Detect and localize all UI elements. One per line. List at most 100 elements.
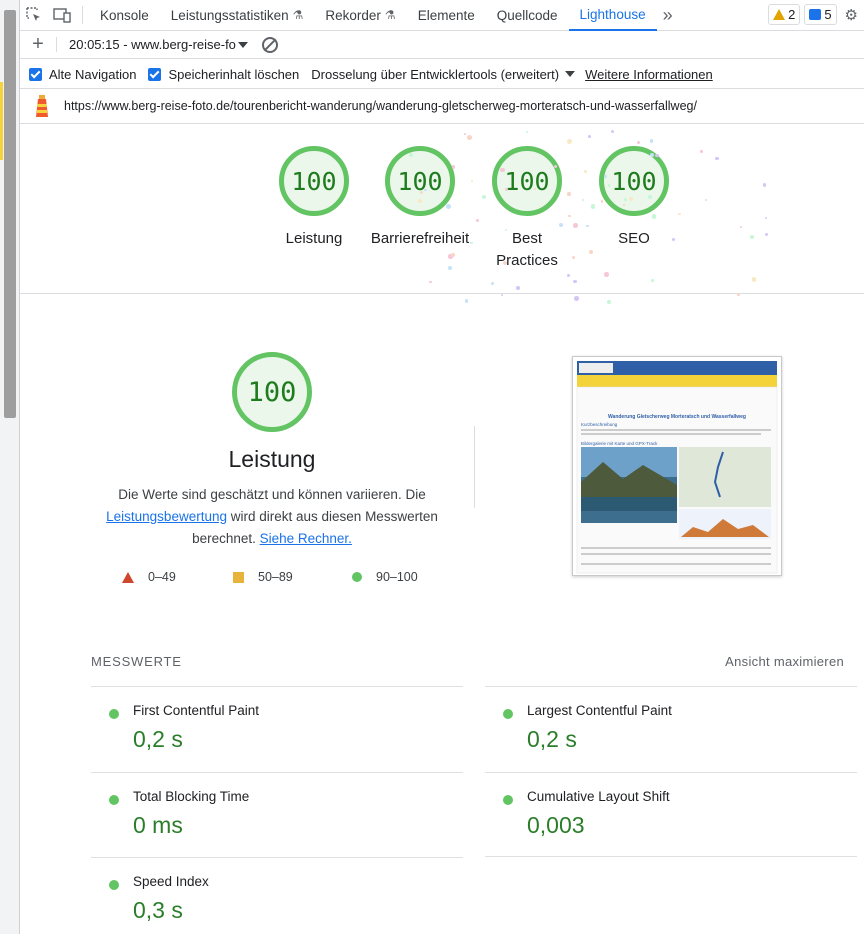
tab-label: Quellcode xyxy=(496,7,558,23)
confetti-dot xyxy=(623,198,627,202)
messages-badge[interactable]: 5 xyxy=(804,4,837,25)
checkbox-checked[interactable] xyxy=(29,67,42,81)
flask-icon: ⚗ xyxy=(384,8,396,22)
pass-circle-icon xyxy=(109,795,119,805)
confetti-dot xyxy=(604,272,609,277)
confetti-dot xyxy=(567,139,573,145)
tab-recorder[interactable]: Rekorder ⚗ xyxy=(314,0,406,31)
metric-fcp: First Contentful Paint 0,2 s xyxy=(91,686,463,772)
devtools-tabbar: Konsole Leistungsstatistiken ⚗ Rekorder ⚗ … xyxy=(20,0,864,31)
option-label: Speicherinhalt löschen xyxy=(168,66,300,82)
options-bar: Alte Navigation Speicherinhalt löschen D… xyxy=(20,60,864,89)
metric-name: Largest Contentful Paint xyxy=(527,703,672,718)
warnings-count: 2 xyxy=(788,7,796,22)
confetti-dot xyxy=(700,150,703,153)
metric-name: Cumulative Layout Shift xyxy=(527,789,670,804)
device-toolbar-icon[interactable] xyxy=(48,0,76,30)
option-label: Alte Navigation xyxy=(49,66,137,82)
tab-label: Lighthouse xyxy=(579,6,646,22)
confetti-dot xyxy=(715,157,719,161)
confetti-dot xyxy=(649,139,654,143)
clear-all-icon[interactable] xyxy=(262,36,278,53)
left-scrollbar[interactable] xyxy=(4,10,16,418)
confetti-dot xyxy=(464,299,469,303)
confetti-dot xyxy=(466,134,472,140)
metric-name: Speed Index xyxy=(133,874,209,889)
report-url: https://www.berg-reise-foto.de/tourenber… xyxy=(64,99,697,113)
confetti-dot xyxy=(447,265,453,271)
confetti-dot xyxy=(450,253,455,258)
left-panel-strip xyxy=(0,0,20,934)
final-screenshot[interactable]: Wanderung Gletscherweg Morteratsch und W… xyxy=(572,356,782,576)
confetti-dot xyxy=(464,132,467,135)
metric-cls: Cumulative Layout Shift 0,003 xyxy=(485,772,857,858)
gear-icon[interactable]: ⚙ xyxy=(845,6,858,24)
gauge-performance[interactable]: 100 Leistung xyxy=(259,146,369,250)
metrics-heading: MESSWERTE xyxy=(91,654,182,669)
page-screenshot-image: Wanderung Gletscherweg Morteratsch und W… xyxy=(573,357,781,575)
learn-more-link[interactable]: Weitere Informationen xyxy=(585,67,713,82)
more-tabs-icon[interactable]: » xyxy=(657,5,679,26)
gauge-label: Best Practices xyxy=(496,230,558,269)
confetti-dot xyxy=(586,224,589,228)
warnings-badge[interactable]: 2 xyxy=(768,4,801,25)
tab-performance-insights[interactable]: Leistungsstatistiken ⚗ xyxy=(160,0,315,31)
tab-elements[interactable]: Elemente xyxy=(407,0,486,31)
category-gauges: 100 Leistung 100 Barrierefreiheit 100 Be… xyxy=(20,124,864,305)
thumbnail-title: Wanderung Gletscherweg Morteratsch und W… xyxy=(608,414,746,420)
performance-description: Die Werte sind geschätzt und können vari… xyxy=(102,484,442,550)
legend-label: 0–49 xyxy=(148,570,176,584)
expand-view-toggle[interactable]: Ansicht maximieren xyxy=(725,654,844,669)
inspect-element-icon[interactable] xyxy=(20,0,48,30)
throttling-value: Drosselung über Entwicklertools (erweite… xyxy=(311,66,560,82)
confetti-dot xyxy=(650,279,654,282)
tab-console[interactable]: Konsole xyxy=(89,0,160,31)
gauge-seo[interactable]: 100 SEO xyxy=(579,146,689,250)
clear-storage-checkbox[interactable]: Speicherinhalt löschen xyxy=(148,67,299,82)
metric-speed-index: Speed Index 0,3 s xyxy=(91,857,463,943)
confetti-dot xyxy=(600,200,604,203)
confetti-dot xyxy=(418,198,423,203)
score-ring: 100 xyxy=(385,146,455,216)
tab-sources[interactable]: Quellcode xyxy=(486,0,569,31)
report-select-value: 20:05:15 - www.berg-reise-foto xyxy=(69,37,236,52)
gauge-best-practices[interactable]: 100 Best Practices xyxy=(472,146,582,272)
confetti-dot xyxy=(737,292,741,296)
confetti-dot xyxy=(651,213,657,219)
confetti-dot xyxy=(587,135,591,138)
confetti-dot xyxy=(607,184,611,187)
checkbox-checked[interactable] xyxy=(148,67,162,81)
score-ring: 100 xyxy=(232,352,312,432)
legend-label: 90–100 xyxy=(376,570,418,584)
tab-label: Leistungsstatistiken xyxy=(170,7,289,23)
tab-separator xyxy=(82,6,83,24)
confetti-dot xyxy=(610,130,614,134)
average-square-icon xyxy=(233,571,244,583)
performance-gauge: 100 xyxy=(232,352,312,432)
tab-label: Rekorder xyxy=(325,7,381,23)
confetti-dot xyxy=(704,198,708,201)
left-accent xyxy=(0,82,3,160)
confetti-dot xyxy=(533,187,536,190)
report-select[interactable]: 20:05:15 - www.berg-reise-foto xyxy=(56,37,248,52)
legacy-navigation-checkbox[interactable]: Alte Navigation xyxy=(29,67,136,82)
confetti-dot xyxy=(445,204,451,210)
metric-value: 0,2 s xyxy=(133,726,183,752)
confetti-dot xyxy=(451,165,456,169)
confetti-dot xyxy=(589,249,594,255)
pass-circle-icon xyxy=(109,709,119,719)
confetti-dot xyxy=(607,300,612,305)
calculator-link[interactable]: Siehe Rechner. xyxy=(260,531,352,546)
flask-icon: ⚗ xyxy=(292,8,304,22)
new-report-button[interactable]: + xyxy=(20,33,56,56)
confetti-dot xyxy=(429,281,432,284)
performance-title: Leistung xyxy=(228,446,316,472)
thumbnail-section: Bildergalerie mit Karte und GPX-Track xyxy=(581,441,658,446)
metric-lcp: Largest Contentful Paint 0,2 s xyxy=(485,686,857,772)
pass-circle-icon xyxy=(109,880,119,890)
scoring-link[interactable]: Leistungsbewertung xyxy=(106,509,227,524)
confetti-dot xyxy=(622,203,625,206)
throttling-dropdown[interactable]: Drosselung über Entwicklertools (erweite… xyxy=(311,66,576,82)
confetti-dot xyxy=(749,234,755,240)
tab-lighthouse[interactable]: Lighthouse xyxy=(568,0,657,31)
